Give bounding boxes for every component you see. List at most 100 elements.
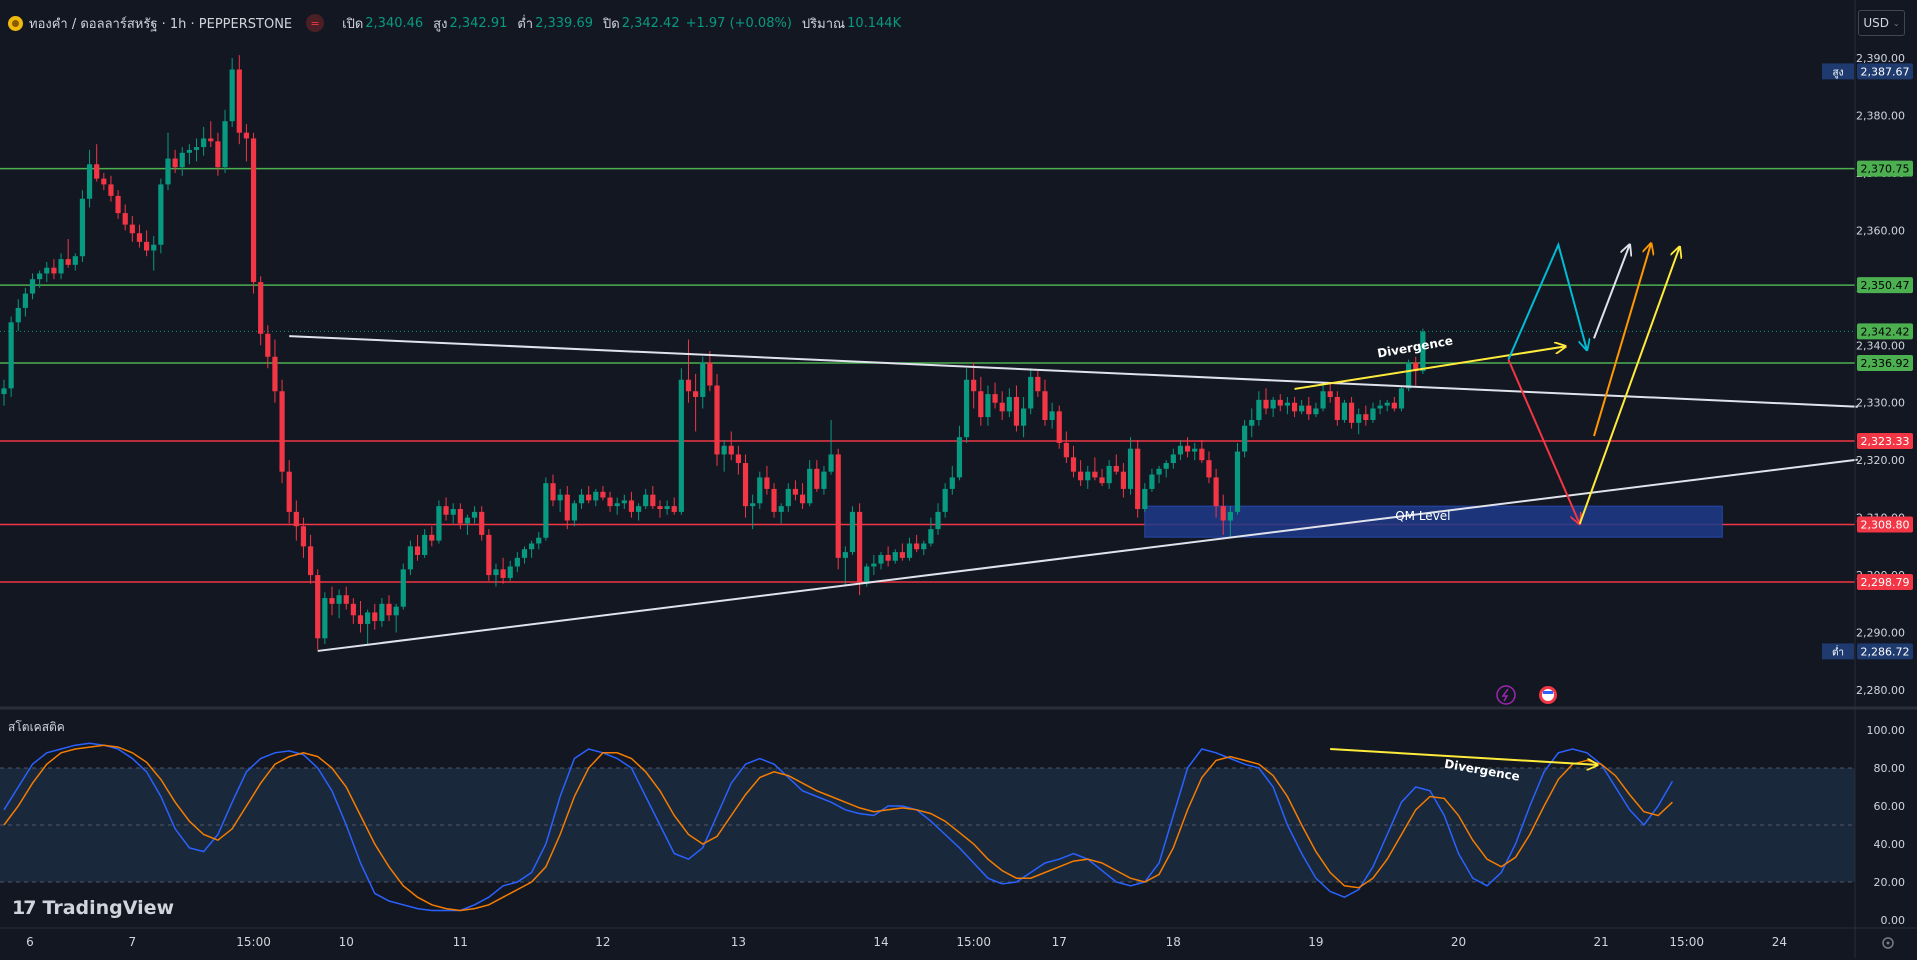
candle-body: [1356, 414, 1362, 423]
candle-body: [1099, 477, 1105, 484]
price-tick-label: 2,360.00: [1856, 224, 1905, 237]
candle-body: [1263, 399, 1269, 409]
candle-body: [365, 612, 371, 624]
candle-body: [286, 471, 292, 512]
symbol-title[interactable]: ทองคำ / ดอลลาร์สหรัฐ · 1h · PEPPERSTONE: [29, 13, 292, 34]
symbol-header: ทองคำ / ดอลลาร์สหรัฐ · 1h · PEPPERSTONE …: [8, 12, 901, 34]
candle-body: [529, 543, 535, 550]
candle-body: [600, 491, 606, 498]
candle-body: [921, 543, 927, 550]
candle-body: [871, 563, 877, 567]
time-tick-label: 17: [1052, 935, 1067, 949]
time-tick-label: 13: [731, 935, 746, 949]
us-flag-icon[interactable]: [1539, 686, 1557, 704]
candle-body: [243, 132, 250, 139]
candle-body: [864, 566, 870, 584]
volume-label: ปริมาณ: [801, 16, 846, 32]
price-tick-label: 2,380.00: [1856, 109, 1905, 122]
badge-prefix-label: สูง: [1833, 67, 1844, 78]
candle-body: [1049, 411, 1055, 420]
candle-body: [928, 529, 934, 544]
candle-body: [764, 477, 770, 489]
candle-body: [771, 488, 777, 512]
time-tick-label: 15:00: [236, 935, 271, 949]
candle-body: [222, 121, 228, 168]
currency-selector[interactable]: USD ⌄: [1858, 10, 1905, 36]
candle-body: [58, 259, 64, 274]
candle-body: [564, 494, 570, 521]
candle-body: [414, 546, 421, 555]
time-tick-label: 10: [339, 935, 354, 949]
candle-body: [828, 454, 834, 472]
candle-body: [1156, 468, 1162, 475]
candle-body: [1142, 488, 1148, 510]
candle-body: [657, 506, 663, 510]
candle-body: [372, 612, 378, 622]
candle-body: [172, 158, 178, 168]
level-badge-label: 2,336.92: [1861, 357, 1910, 370]
candle-body: [664, 506, 670, 510]
stochastic-tick-label: 100.00: [1867, 724, 1906, 737]
candle-body: [842, 552, 848, 558]
stochastic-title[interactable]: สโตเคสติค: [8, 718, 65, 737]
candle-body: [265, 333, 271, 357]
candle-body: [1313, 408, 1319, 415]
candle-body: [44, 267, 50, 274]
level-badge-label: 2,370.75: [1861, 163, 1910, 176]
candle-body: [1135, 448, 1141, 510]
currency-label: USD: [1863, 16, 1889, 30]
candle-body: [807, 468, 813, 504]
volume-value: 10.144K: [847, 15, 902, 31]
price-tick-label: 2,340.00: [1856, 339, 1905, 352]
candle-body: [386, 603, 392, 616]
candle-body: [1013, 396, 1020, 426]
candle-body: [835, 454, 841, 558]
tradingview-logo[interactable]: 17 TradingView: [12, 897, 174, 919]
candle-body: [250, 138, 257, 283]
candle-body: [1234, 451, 1241, 512]
candle-body: [1042, 391, 1048, 420]
candle-body: [1106, 465, 1112, 484]
candle-body: [899, 552, 905, 558]
candle-body: [1256, 399, 1262, 420]
candle-body: [1184, 445, 1191, 452]
price-tick-label: 2,320.00: [1856, 454, 1905, 467]
candle-body: [1249, 419, 1255, 426]
candle-body: [479, 511, 485, 535]
candle-body: [65, 259, 71, 265]
candle-body: [906, 543, 913, 558]
time-tick-label: 7: [129, 935, 137, 949]
candle-body: [671, 506, 677, 512]
candle-body: [578, 494, 585, 504]
badge-prefix-label: ต่ำ: [1832, 644, 1844, 658]
market-status-icon[interactable]: =: [306, 14, 325, 32]
price-tick-label: 2,390.00: [1856, 52, 1905, 65]
candle-body: [400, 569, 406, 607]
candle-body: [15, 307, 21, 323]
candle-body: [543, 483, 549, 538]
candle-body: [1206, 460, 1212, 478]
candle-body: [885, 554, 891, 561]
level-badge-label: 2,350.47: [1861, 279, 1910, 292]
candle-body: [186, 149, 192, 153]
candle-body: [457, 509, 463, 524]
candle-body: [1227, 511, 1233, 521]
candle-body: [714, 385, 720, 455]
candle-body: [1113, 465, 1119, 472]
candle-body: [1320, 391, 1326, 409]
candle-body: [179, 152, 185, 168]
candle-body: [857, 511, 863, 584]
candle-body: [1163, 463, 1169, 469]
candle-body: [963, 379, 970, 438]
level-badge-label: 2,323.33: [1861, 435, 1910, 448]
low-value: 2,339.69: [535, 15, 593, 31]
candle-body: [693, 391, 699, 397]
candle-body: [1035, 376, 1041, 392]
stochastic-tick-label: 0.00: [1881, 914, 1906, 927]
candle-body: [350, 603, 356, 616]
candle-body: [814, 468, 820, 489]
candle-body: [635, 506, 642, 512]
candle-body: [536, 537, 542, 544]
candle-body: [557, 494, 563, 501]
candle-body: [792, 488, 799, 495]
